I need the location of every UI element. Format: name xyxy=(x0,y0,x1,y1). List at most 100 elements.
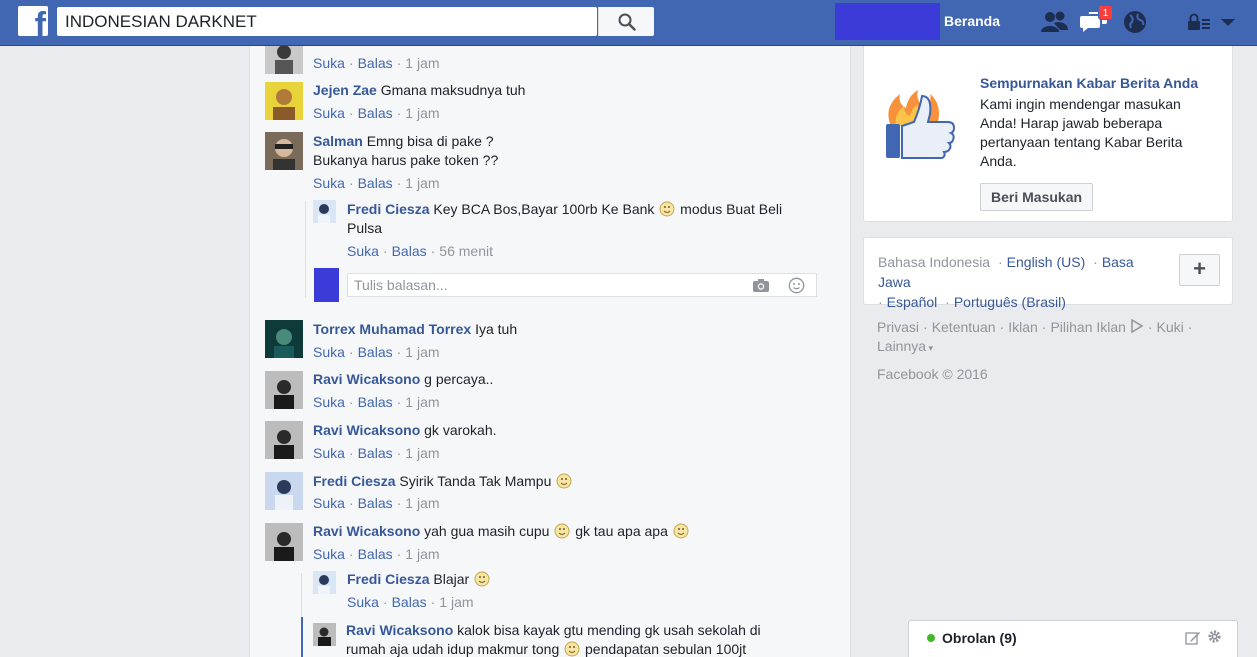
avatar[interactable] xyxy=(265,132,303,170)
avatar[interactable] xyxy=(265,320,303,358)
emoji-icon xyxy=(673,523,689,539)
comment-timestamp[interactable]: 1 jam xyxy=(405,175,439,191)
reply-link[interactable]: Balas xyxy=(392,243,427,259)
comment-author[interactable]: Fredi Ciesza xyxy=(347,571,429,587)
avatar[interactable] xyxy=(313,571,336,594)
camera-icon[interactable] xyxy=(752,278,770,293)
reply-link[interactable]: Balas xyxy=(358,546,393,562)
home-link[interactable]: Beranda xyxy=(944,13,1000,29)
avatar[interactable] xyxy=(265,421,303,459)
search-input[interactable] xyxy=(57,7,542,36)
comment-text: Gmana maksudnya tuh xyxy=(380,82,526,98)
like-link[interactable]: Suka xyxy=(313,105,345,121)
comment-body: Ravi Wicaksono g percaya.. xyxy=(313,370,493,389)
like-link[interactable]: Suka xyxy=(347,594,379,610)
comment-actions: Suka · Balas · 1 jam xyxy=(313,175,440,191)
like-link[interactable]: Suka xyxy=(313,546,345,562)
avatar[interactable] xyxy=(313,623,336,646)
reply-thread-line xyxy=(305,201,306,298)
like-link[interactable]: Suka xyxy=(347,243,379,259)
comment-author[interactable]: Torrex Muhamad Torrex xyxy=(313,321,471,337)
reply-thread-line xyxy=(301,573,302,623)
adchoices-icon[interactable] xyxy=(1130,318,1144,334)
search-button[interactable] xyxy=(598,7,654,36)
account-menu-chevron-down-icon[interactable] xyxy=(1218,8,1248,36)
comment-author[interactable]: Jejen Zae xyxy=(313,82,377,98)
compose-icon[interactable] xyxy=(1185,630,1201,646)
comment-author[interactable]: Fredi Ciesza xyxy=(313,473,395,489)
language-link[interactable]: Português (Brasil) xyxy=(954,294,1066,310)
reply-link[interactable]: Balas xyxy=(358,105,393,121)
comment-author[interactable]: Ravi Wicaksono xyxy=(313,371,420,387)
like-link[interactable]: Suka xyxy=(313,344,345,360)
comment-timestamp[interactable]: 1 jam xyxy=(405,344,439,360)
reply-link[interactable]: Balas xyxy=(358,445,393,461)
avatar[interactable] xyxy=(265,371,303,409)
reply-input[interactable] xyxy=(348,274,738,296)
like-link[interactable]: Suka xyxy=(313,175,345,191)
comment-body: Salman Emng bisa di pake ? Bukanya harus… xyxy=(313,132,498,170)
comment-text-line2: rumah aja udah idup makmur tong xyxy=(346,641,560,657)
avatar[interactable] xyxy=(265,82,303,120)
comment-author[interactable]: Ravi Wicaksono xyxy=(313,523,420,539)
reply-link[interactable]: Balas xyxy=(358,55,393,71)
comment-body: Jejen Zae Gmana maksudnya tuh xyxy=(313,81,525,100)
messages-icon[interactable]: 1 xyxy=(1080,5,1113,36)
comment-actions: Suka · Balas · 56 menit xyxy=(347,243,493,259)
comment-timestamp[interactable]: 1 jam xyxy=(405,55,439,71)
footer-link[interactable]: Iklan xyxy=(1008,319,1038,335)
comments-panel: Suka · Balas · 1 jam Jejen Zae Gmana maksudn… xyxy=(249,46,851,657)
language-link[interactable]: English (US) xyxy=(1007,254,1086,270)
privacy-shortcuts-icon[interactable] xyxy=(1185,8,1215,36)
avatar[interactable] xyxy=(265,472,303,510)
add-language-button[interactable]: + xyxy=(1179,254,1220,286)
comment-text-continued: modus Buat Beli xyxy=(680,201,783,217)
comment-timestamp[interactable]: 1 jam xyxy=(405,394,439,410)
like-link[interactable]: Suka xyxy=(313,445,345,461)
comment-timestamp[interactable]: 1 jam xyxy=(405,495,439,511)
globe-notifications-icon[interactable] xyxy=(1120,8,1150,36)
footer-link[interactable]: Pilihan Iklan xyxy=(1050,319,1126,335)
emoji-picker-icon[interactable] xyxy=(788,277,805,294)
avatar[interactable] xyxy=(313,200,336,223)
comment-author[interactable]: Ravi Wicaksono xyxy=(346,622,453,638)
emoji-icon xyxy=(564,641,580,657)
reply-link[interactable]: Balas xyxy=(392,594,427,610)
gear-icon[interactable] xyxy=(1207,629,1222,644)
avatar[interactable] xyxy=(265,523,303,561)
comment-actions: Suka · Balas · 1 jam xyxy=(313,344,440,360)
reply-link[interactable]: Balas xyxy=(358,394,393,410)
footer-link[interactable]: Kuki xyxy=(1157,319,1184,335)
comment-author[interactable]: Salman xyxy=(313,133,363,149)
current-language: Bahasa Indonesia xyxy=(878,254,991,270)
comment-timestamp[interactable]: 1 jam xyxy=(405,105,439,121)
more-link[interactable]: Lainnya xyxy=(877,338,926,354)
comment-text-continued: gk tau apa apa xyxy=(575,523,668,539)
like-link[interactable]: Suka xyxy=(313,495,345,511)
comment-timestamp[interactable]: 1 jam xyxy=(405,445,439,461)
reply-link[interactable]: Balas xyxy=(358,495,393,511)
give-feedback-button[interactable]: Beri Masukan xyxy=(980,183,1094,211)
language-link[interactable]: Español xyxy=(887,294,938,310)
comment-author[interactable]: Ravi Wicaksono xyxy=(313,422,420,438)
footer-link[interactable]: Ketentuan xyxy=(932,319,996,335)
avatar[interactable] xyxy=(265,46,303,74)
facebook-logo-icon[interactable]: f xyxy=(18,6,48,36)
comment-timestamp[interactable]: 1 jam xyxy=(439,594,473,610)
comment-body: Torrex Muhamad Torrex Iya tuh xyxy=(313,320,517,339)
reply-link[interactable]: Balas xyxy=(358,175,393,191)
comment-author[interactable]: Fredi Ciesza xyxy=(347,201,429,217)
like-link[interactable]: Suka xyxy=(313,394,345,410)
footer-link[interactable]: Privasi xyxy=(877,319,919,335)
reply-link[interactable]: Balas xyxy=(358,344,393,360)
friend-requests-icon[interactable] xyxy=(1040,8,1070,36)
chat-bar[interactable]: Obrolan (9) xyxy=(908,620,1238,657)
language-card: Bahasa Indonesia · English (US) · Basa Jaw… xyxy=(863,237,1233,310)
promo-title[interactable]: Sempurnakan Kabar Berita Anda xyxy=(980,75,1198,91)
comment-timestamp[interactable]: 56 menit xyxy=(439,243,493,259)
comment-body: Ravi Wicaksono kalok bisa kayak gtu mend… xyxy=(346,621,816,657)
comment-timestamp[interactable]: 1 jam xyxy=(405,546,439,562)
comment-text: yah gua masih cupu xyxy=(424,523,550,539)
like-link[interactable]: Suka xyxy=(313,55,345,71)
profile-link-redacted[interactable] xyxy=(835,3,940,40)
